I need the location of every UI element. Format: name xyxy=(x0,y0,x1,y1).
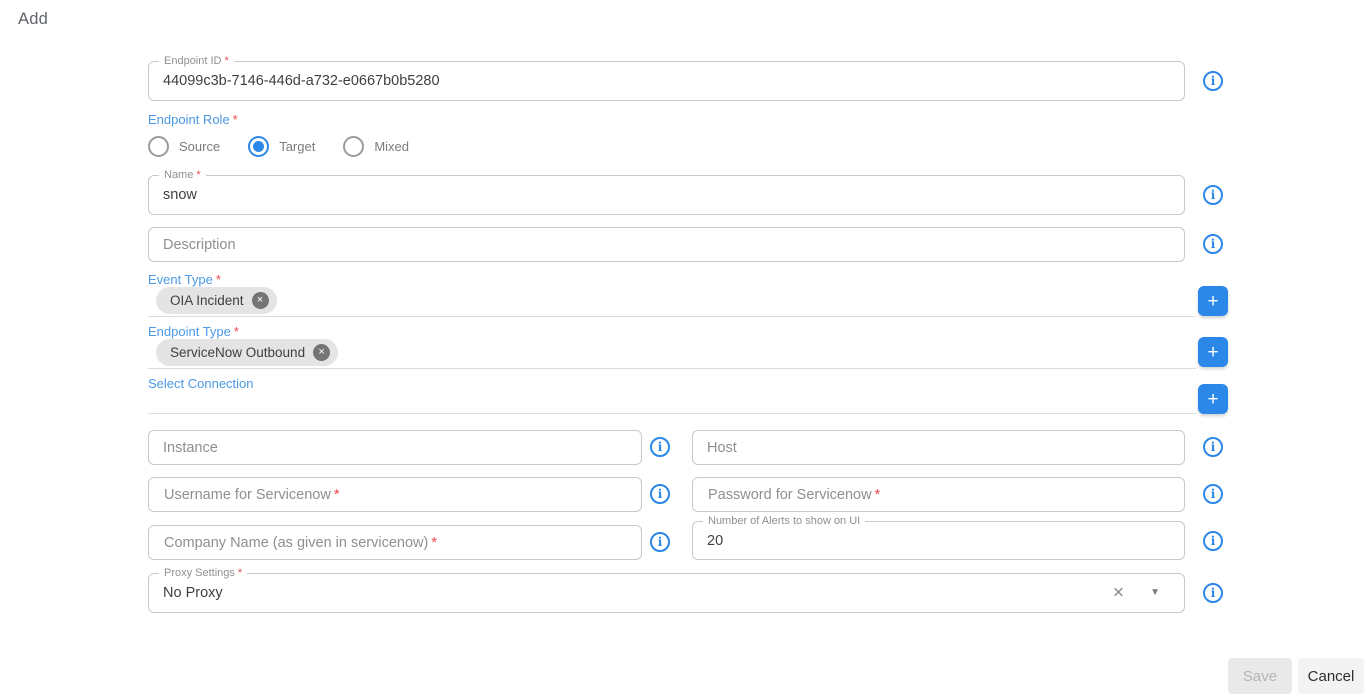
chip-label: ServiceNow Outbound xyxy=(170,345,305,360)
password-field[interactable]: Password for Servicenow* xyxy=(692,477,1185,512)
alerts-on-ui-field[interactable]: Number of Alerts to show on UI xyxy=(692,521,1185,560)
info-icon[interactable]: i xyxy=(1203,234,1223,254)
host-input[interactable] xyxy=(693,431,1184,464)
cancel-button[interactable]: Cancel xyxy=(1298,658,1364,694)
info-icon[interactable]: i xyxy=(1203,185,1223,205)
chip-remove-icon[interactable]: × xyxy=(313,344,330,361)
alerts-on-ui-label: Number of Alerts to show on UI xyxy=(703,514,865,528)
endpoint-id-label: Endpoint ID* xyxy=(159,54,234,68)
plus-icon: + xyxy=(1207,390,1218,409)
dropdown-caret-icon[interactable]: ▼ xyxy=(1150,588,1160,598)
name-field[interactable]: Name* xyxy=(148,175,1185,215)
endpoint-id-field[interactable]: Endpoint ID* xyxy=(148,61,1185,101)
username-input[interactable] xyxy=(149,478,641,511)
event-type-chip[interactable]: OIA Incident × xyxy=(156,287,277,314)
radio-target-label: Target xyxy=(279,139,315,154)
endpoint-id-input[interactable] xyxy=(149,62,1184,100)
event-type-chip-row[interactable]: OIA Incident × xyxy=(148,287,1196,317)
radio-target[interactable]: Target xyxy=(248,136,315,157)
info-icon[interactable]: i xyxy=(1203,583,1223,603)
chip-remove-icon[interactable]: × xyxy=(252,292,269,309)
add-event-type-button[interactable]: + xyxy=(1198,286,1228,316)
endpoint-role-label: Endpoint Role* xyxy=(148,112,238,127)
info-icon[interactable]: i xyxy=(650,437,670,457)
name-input[interactable] xyxy=(149,176,1184,214)
info-icon[interactable]: i xyxy=(650,484,670,504)
radio-mixed[interactable]: Mixed xyxy=(343,136,409,157)
add-connection-button[interactable]: + xyxy=(1198,384,1228,414)
plus-icon: + xyxy=(1207,343,1218,362)
info-icon[interactable]: i xyxy=(650,532,670,552)
username-field[interactable]: Username for Servicenow* xyxy=(148,477,642,512)
description-field[interactable] xyxy=(148,227,1185,262)
chip-label: OIA Incident xyxy=(170,293,244,308)
radio-circle-selected-icon[interactable] xyxy=(248,136,269,157)
select-connection-label: Select Connection xyxy=(148,376,254,391)
info-icon[interactable]: i xyxy=(1203,484,1223,504)
page-title: Add xyxy=(18,10,48,29)
description-input[interactable] xyxy=(149,228,1184,261)
select-connection-row[interactable] xyxy=(148,413,1196,414)
instance-field[interactable] xyxy=(148,430,642,465)
add-endpoint-type-button[interactable]: + xyxy=(1198,337,1228,367)
endpoint-type-chip-row[interactable]: ServiceNow Outbound × xyxy=(148,339,1196,369)
radio-source-label: Source xyxy=(179,139,220,154)
endpoint-type-chip[interactable]: ServiceNow Outbound × xyxy=(156,339,338,366)
password-input[interactable] xyxy=(693,478,1184,511)
endpoint-type-label: Endpoint Type* xyxy=(148,324,239,339)
company-name-input[interactable] xyxy=(149,526,641,559)
radio-circle-icon[interactable] xyxy=(343,136,364,157)
instance-input[interactable] xyxy=(149,431,641,464)
radio-source[interactable]: Source xyxy=(148,136,220,157)
info-icon[interactable]: i xyxy=(1203,531,1223,551)
radio-mixed-label: Mixed xyxy=(374,139,409,154)
proxy-settings-field[interactable]: Proxy Settings* × ▼ xyxy=(148,573,1185,613)
radio-circle-icon[interactable] xyxy=(148,136,169,157)
clear-icon[interactable]: × xyxy=(1113,584,1124,603)
proxy-settings-input[interactable] xyxy=(149,574,1184,612)
host-field[interactable] xyxy=(692,430,1185,465)
company-name-field[interactable]: Company Name (as given in servicenow)* xyxy=(148,525,642,560)
plus-icon: + xyxy=(1207,292,1218,311)
save-button[interactable]: Save xyxy=(1228,658,1292,694)
endpoint-role-radio-group: Source Target Mixed xyxy=(148,136,437,157)
info-icon[interactable]: i xyxy=(1203,71,1223,91)
info-icon[interactable]: i xyxy=(1203,437,1223,457)
event-type-label: Event Type* xyxy=(148,272,221,287)
name-label: Name* xyxy=(159,168,206,182)
proxy-settings-label: Proxy Settings* xyxy=(159,566,247,580)
